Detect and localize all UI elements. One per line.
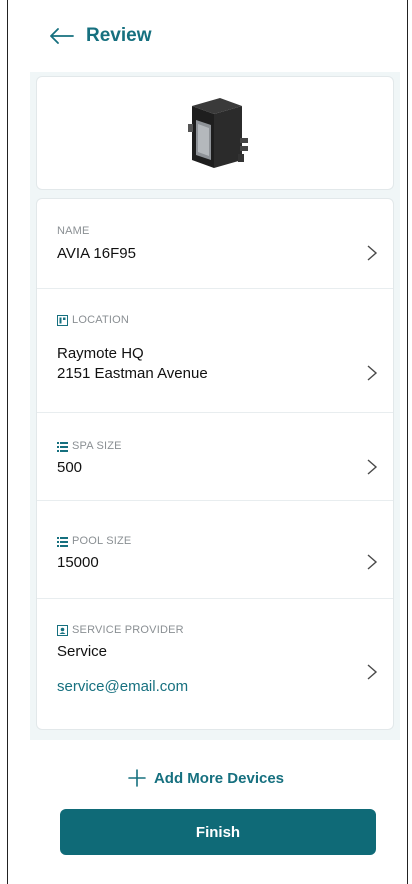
spa-size-label-group: SPA SIZE <box>57 440 122 452</box>
pool-size-value: 15000 <box>57 554 99 571</box>
frame-border-right <box>407 0 408 884</box>
service-provider-label-group: SERVICE PROVIDER <box>57 624 184 636</box>
page-title: Review <box>86 25 152 46</box>
location-address: 2151 Eastman Avenue <box>57 365 208 382</box>
spa-size-value: 500 <box>57 459 83 476</box>
name-row[interactable]: NAME AVIA 16F95 <box>37 199 393 289</box>
frame-border-left <box>7 0 8 884</box>
contact-card-icon <box>57 624 68 636</box>
chevron-right-icon <box>367 245 378 261</box>
service-provider-email[interactable]: service@email.com <box>57 678 188 695</box>
add-more-devices-label: Add More Devices <box>153 769 285 787</box>
review-content[interactable]: NAME AVIA 16F95 LOCATION Raymote HQ 2151… <box>30 72 400 740</box>
chevron-right-icon <box>367 554 378 570</box>
list-icon <box>57 441 68 452</box>
heater-unit-image <box>188 98 248 168</box>
location-label-group: LOCATION <box>57 314 129 326</box>
service-provider-label: SERVICE PROVIDER <box>72 624 184 636</box>
location-label: LOCATION <box>72 314 130 326</box>
back-button[interactable] <box>40 14 84 58</box>
arrow-left-icon <box>50 28 74 44</box>
location-name: Raymote HQ <box>57 345 144 362</box>
spa-size-row[interactable]: SPA SIZE 500 <box>37 413 393 501</box>
name-label: NAME <box>57 225 90 237</box>
service-provider-name: Service <box>57 643 108 660</box>
pool-size-label: POOL SIZE <box>72 535 132 547</box>
device-details-card: NAME AVIA 16F95 LOCATION Raymote HQ 2151… <box>36 198 394 730</box>
location-row[interactable]: LOCATION Raymote HQ 2151 Eastman Avenue <box>37 289 393 413</box>
pool-size-row[interactable]: POOL SIZE 15000 <box>37 501 393 599</box>
list-icon <box>57 536 68 547</box>
add-more-devices-button[interactable]: Add More Devices <box>0 764 412 792</box>
location-pin-icon <box>57 314 68 326</box>
name-value: AVIA 16F95 <box>57 245 136 262</box>
chevron-right-icon <box>367 664 378 680</box>
pool-size-label-group: POOL SIZE <box>57 535 131 547</box>
chevron-right-icon <box>367 365 378 381</box>
plus-icon <box>128 769 146 787</box>
spa-size-label: SPA SIZE <box>72 440 122 452</box>
finish-button[interactable]: Finish <box>60 809 376 855</box>
service-provider-row[interactable]: SERVICE PROVIDER Service service@email.c… <box>37 599 393 729</box>
chevron-right-icon <box>367 459 378 475</box>
app-header: Review <box>8 0 407 72</box>
device-image-card <box>36 76 394 190</box>
